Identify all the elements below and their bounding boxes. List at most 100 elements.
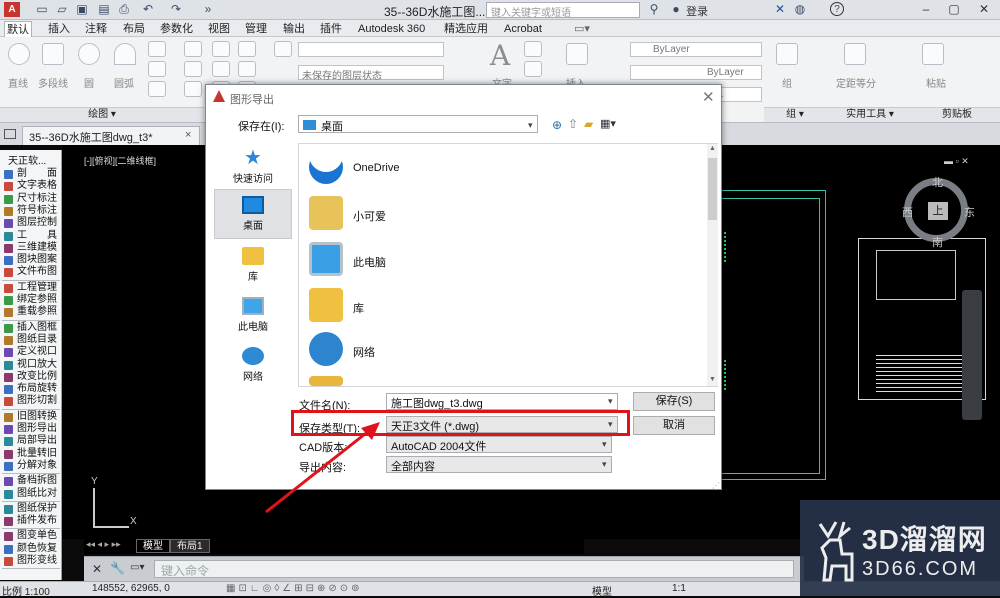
tarch-menu-item[interactable]: 图纸目录 (0, 334, 62, 346)
resize-grip-icon[interactable]: ⋰ (712, 481, 720, 490)
tarch-menu-item[interactable]: 绑定参照 (0, 294, 62, 306)
command-history-icon[interactable]: ▭▾ (130, 562, 144, 573)
tarch-menu-item[interactable]: 分解对象 (0, 460, 62, 472)
panel-utilities-title[interactable]: 实用工具 ▾ (826, 107, 914, 122)
tarch-menu-item[interactable]: 工 具 (0, 230, 62, 242)
panel-group-title[interactable]: 组 ▾ (764, 107, 826, 122)
help-icon[interactable]: ? (830, 2, 844, 16)
tarch-menu-item[interactable]: 剖 面 (0, 168, 62, 180)
text-tool-icon[interactable]: A (490, 39, 510, 72)
viewport-controls-label[interactable]: [-][俯视][二维线框] (84, 154, 156, 167)
tarch-menu-item[interactable]: 工程管理 (0, 282, 62, 294)
new-folder-icon[interactable]: ▰ (584, 117, 593, 131)
mirror-tool-icon[interactable] (212, 61, 230, 77)
tab-layout1[interactable]: 布局1 (170, 539, 210, 553)
trim-tool-icon[interactable] (238, 41, 256, 57)
filename-input[interactable]: 施工图dwg_t3.dwg (386, 393, 618, 410)
tab-annotate[interactable]: 注释 (83, 21, 109, 37)
tab-default[interactable]: 默认 (4, 21, 32, 37)
gradient-tool-icon[interactable] (148, 81, 166, 97)
scroll-down-icon[interactable]: ▼ (709, 376, 716, 383)
cancel-button[interactable]: 取消 (633, 416, 715, 435)
viewport-window-controls[interactable]: ▬ ▫ ✕ (944, 156, 969, 167)
tarch-menu-item[interactable]: 布局旋转 (0, 383, 62, 395)
tarch-menu-item[interactable]: 文件布图 (0, 266, 62, 278)
layer-state-dropdown[interactable]: 未保存的图层状态 (298, 65, 444, 82)
tab-view[interactable]: 视图 (206, 21, 232, 37)
tarch-menu-item[interactable]: 重载参照 (0, 306, 62, 318)
app-menu-button[interactable]: A (4, 2, 20, 17)
tarch-menu-item[interactable]: 图层控制 (0, 217, 62, 229)
save-in-dropdown[interactable]: 桌面 (298, 115, 538, 133)
tarch-menu-item[interactable]: 定义视口 (0, 346, 62, 358)
close-command-icon[interactable]: ✕ (92, 562, 102, 576)
tarch-menu-item[interactable]: 尺寸标注 (0, 193, 62, 205)
close-icon[interactable]: ✕ (970, 0, 998, 18)
place-desktop[interactable]: 桌面 (214, 189, 292, 239)
tarch-menu-item[interactable]: 批量转旧 (0, 448, 62, 460)
linetype-dropdown[interactable]: ByLayer (630, 65, 762, 80)
stretch-tool-icon[interactable] (184, 81, 202, 97)
file-list[interactable]: OneDrive 小可爱 此电脑 库 网络 ▲ ▼ (298, 143, 718, 387)
compass-north[interactable]: 北 (932, 174, 943, 190)
viewcube-top-face[interactable]: 上 (928, 202, 948, 220)
move-tool-icon[interactable] (184, 41, 202, 57)
panel-draw-title[interactable]: 绘图 ▾ (0, 107, 204, 122)
tarch-menu-item[interactable]: 图变单色 (0, 530, 62, 542)
expand-toolbar-icon[interactable]: » (200, 2, 216, 17)
tarch-menu-item[interactable]: 插件发布 (0, 515, 62, 527)
compass-east[interactable]: 东 (964, 204, 975, 220)
tab-output[interactable]: 输出 (281, 21, 307, 37)
search-input[interactable]: 键入关键字或短语 (486, 2, 640, 19)
tab-model[interactable]: 模型 (136, 539, 170, 553)
compass-south[interactable]: 南 (932, 234, 943, 250)
tarch-menu-item[interactable]: 三维建模 (0, 242, 62, 254)
undo-icon[interactable]: ↶ (140, 2, 156, 17)
a360-icon[interactable]: ◍ (792, 2, 808, 17)
tab-plugins[interactable]: 插件 (318, 21, 344, 37)
tab-manage[interactable]: 管理 (243, 21, 269, 37)
insert-block-icon[interactable] (566, 43, 588, 65)
new-file-icon[interactable]: ▭ (34, 2, 50, 17)
tarch-menu-item[interactable]: 图形切割 (0, 395, 62, 407)
cad-version-dropdown[interactable]: AutoCAD 2004文件 (386, 436, 612, 453)
export-content-dropdown[interactable]: 全部内容 (386, 456, 612, 473)
dialog-close-icon[interactable]: ✕ (702, 88, 715, 106)
polyline-tool-icon[interactable] (42, 43, 64, 65)
place-library[interactable]: 库 (214, 241, 292, 291)
close-tab-icon[interactable]: × (185, 129, 191, 141)
tarch-menu-item[interactable]: 图块图案 (0, 254, 62, 266)
arc-tool-icon[interactable] (114, 43, 136, 65)
drafting-toggle-icons[interactable]: ▦⊡∟◎◊∠⊞⊟⊕⊘⊙⊚ (226, 583, 363, 594)
tarch-menu-item[interactable]: 图形导出 (0, 423, 62, 435)
tarch-menu-item[interactable]: 图形变线 (0, 555, 62, 567)
save-as-icon[interactable]: ▤ (96, 2, 112, 17)
tarch-menu-item[interactable]: 颜色恢复 (0, 543, 62, 555)
exchange-icon[interactable]: ✕ (772, 2, 788, 17)
compass-west[interactable]: 西 (902, 204, 913, 220)
panel-clipboard-title[interactable]: 剪贴板 (914, 107, 1000, 122)
login-link[interactable]: 登录 (686, 3, 708, 19)
copy-tool-icon[interactable] (184, 61, 202, 77)
leader-tool-icon[interactable] (524, 61, 542, 77)
file-list-scrollbar[interactable]: ▲ ▼ (707, 144, 718, 386)
binoculars-icon[interactable]: ⚲ (646, 2, 662, 17)
customize-icon[interactable]: 🔧 (110, 561, 125, 575)
tab-featured-apps[interactable]: 精选应用 (442, 21, 490, 37)
layer-dropdown[interactable] (298, 42, 444, 57)
rotate-tool-icon[interactable] (212, 41, 230, 57)
navigation-bar[interactable] (962, 290, 982, 420)
scrollbar-thumb[interactable] (708, 158, 717, 220)
tarch-menu-item[interactable]: 旧图转换 (0, 411, 62, 423)
tarch-menu-item[interactable]: 图纸比对 (0, 488, 62, 500)
open-file-icon[interactable]: ▱ (54, 2, 70, 17)
view-menu-icon[interactable]: ▦▾ (600, 117, 616, 130)
back-icon[interactable]: ⊕ (552, 118, 562, 132)
paste-icon[interactable] (922, 43, 944, 65)
tab-acrobat[interactable]: Acrobat (502, 21, 544, 37)
group-icon[interactable] (776, 43, 798, 65)
redo-icon[interactable]: ↷ (168, 2, 184, 17)
layer-properties-icon[interactable] (274, 41, 292, 57)
tab-layout[interactable]: 布局 (121, 21, 147, 37)
ribbon-toggle-icon[interactable]: ▭▾ (572, 21, 592, 37)
